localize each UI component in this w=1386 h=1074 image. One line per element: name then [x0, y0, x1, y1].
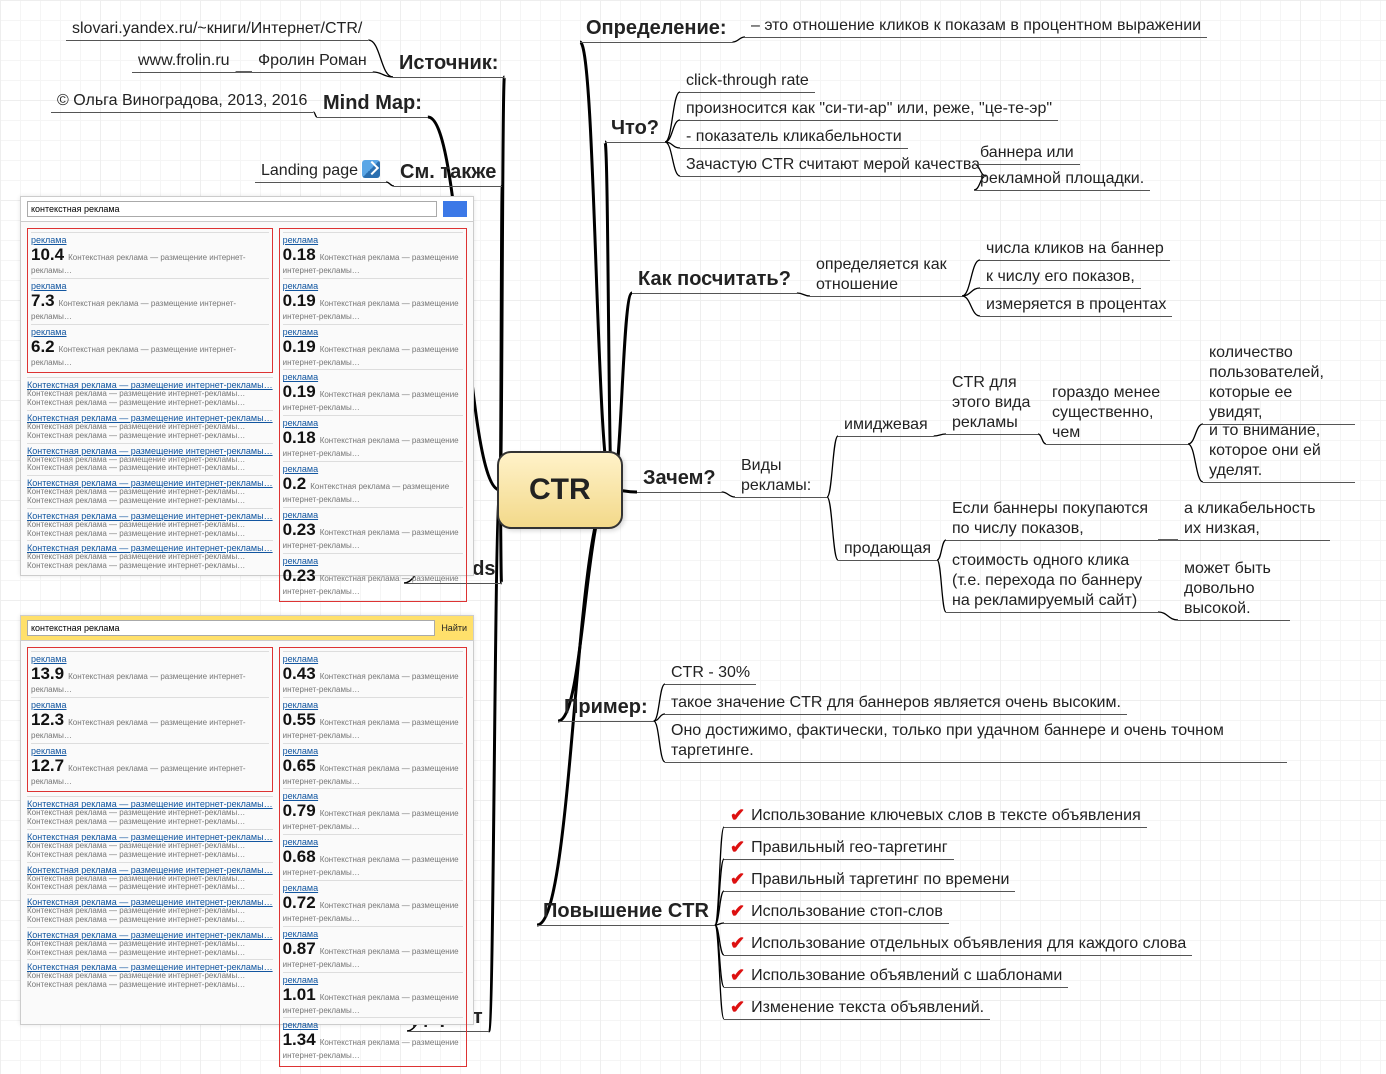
mindmap-root: CTR — [497, 451, 623, 529]
organic-row: Контекстная реклама — размещение интерне… — [27, 959, 273, 992]
branch-why: Зачем? — [637, 463, 722, 493]
how-clicks: числа кликов на баннер — [980, 236, 1170, 261]
mindmap-credit: © Ольга Виноградова, 2013, 2016 — [51, 88, 313, 113]
what-quality-banner: баннера или — [974, 140, 1080, 165]
link-icon — [362, 160, 380, 178]
branch-improve: Повышение CTR — [537, 896, 715, 926]
improve-item: Использование отдельных объявления для к… — [724, 928, 1192, 956]
what-ctr-en: click-through rate — [680, 68, 815, 93]
branch-mindmap: Mind Map: — [317, 88, 428, 118]
organic-row: Контекстная реклама — размещение интерне… — [27, 796, 273, 829]
example-high: такое значение CTR для баннеров является… — [665, 690, 1127, 715]
ad-row: реклама 0.23Контекстная реклама — размещ… — [283, 553, 463, 599]
why-image-users: количество пользователей, которые ее уви… — [1203, 340, 1355, 425]
ad-row: реклама 0.87Контекстная реклама — размещ… — [283, 926, 463, 972]
ad-row: реклама 0.2Контекстная реклама — размеще… — [283, 461, 463, 507]
source-author: Фролин Роман — [252, 48, 373, 73]
ad-row: реклама 1.01Контекстная реклама — размещ… — [283, 972, 463, 1018]
ad-row: реклама 6.2Контекстная реклама — размеще… — [31, 324, 269, 370]
ad-row: реклама 0.18Контекстная реклама — размещ… — [283, 232, 463, 278]
search-button[interactable] — [443, 201, 467, 217]
ad-row: реклама 0.68Контекстная реклама — размещ… — [283, 834, 463, 880]
organic-row: Контекстная реклама — размещение интерне… — [27, 862, 273, 895]
ad-row: реклама 0.79Контекстная реклама — размещ… — [283, 788, 463, 834]
why-selling-cpc: стоимость одного клика (т.е. перехода по… — [946, 548, 1158, 613]
why-image-ctr: CTR для этого вида рекламы — [946, 370, 1038, 435]
source-url[interactable]: slovari.yandex.ru/~книги/Интернет/CTR/ — [66, 16, 368, 41]
what-quality: Зачастую CTR считают мерой качества — [680, 152, 986, 177]
what-quality-placement: рекламной площадки. — [974, 166, 1150, 191]
organic-row: Контекстная реклама — размещение интерне… — [27, 829, 273, 862]
how-impressions: к числу его показов, — [980, 264, 1141, 289]
why-kinds: Виды рекламы: — [735, 453, 827, 498]
ad-row: реклама 7.3Контекстная реклама — размеще… — [31, 278, 269, 324]
ad-row: реклама 0.19Контекстная реклама — размещ… — [283, 324, 463, 370]
ad-row: реклама 13.9Контекстная реклама — размещ… — [31, 651, 269, 697]
organic-row: Контекстная реклама — размещение интерне… — [27, 475, 273, 508]
branch-source: Источник: — [393, 48, 504, 78]
ad-row: реклама 0.23Контекстная реклама — размещ… — [283, 507, 463, 553]
improve-item: Правильный гео-таргетинг — [724, 832, 954, 860]
why-selling-buy: Если баннеры покупаются по числу показов… — [946, 496, 1158, 541]
organic-row: Контекстная реклама — размещение интерне… — [27, 540, 273, 573]
see-also-label: Landing page — [261, 162, 358, 179]
ad-row: реклама 0.72Контекстная реклама — размещ… — [283, 880, 463, 926]
organic-row: Контекстная реклама — размещение интерне… — [27, 377, 273, 410]
organic-row: Контекстная реклама — размещение интерне… — [27, 443, 273, 476]
improve-item: Использование ключевых слов в тексте объ… — [724, 800, 1147, 828]
ad-row: реклама 0.55Контекстная реклама — размещ… — [283, 697, 463, 743]
organic-row: Контекстная реклама — размещение интерне… — [27, 894, 273, 927]
improve-item: Использование объявлений с шаблонами — [724, 960, 1068, 988]
example-achievable: Оно достижимо, фактически, только при уд… — [665, 718, 1287, 763]
branch-definition: Определение: — [580, 13, 733, 43]
see-also-landing[interactable]: Landing page — [255, 157, 386, 183]
branch-see-also: См. также — [394, 157, 502, 187]
why-selling-cpc-high: может быть довольно высокой. — [1178, 556, 1290, 621]
ad-row: реклама 10.4Контекстная реклама — размещ… — [31, 232, 269, 278]
improve-item: Правильный таргетинг по времени — [724, 864, 1015, 892]
ad-row: реклама 12.3Контекстная реклама — размещ… — [31, 697, 269, 743]
ad-row: реклама 0.19Контекстная реклама — размещ… — [283, 369, 463, 415]
branch-what: Что? — [605, 113, 665, 143]
branch-example: Пример: — [558, 692, 654, 722]
ad-row: реклама 0.18Контекстная реклама — размещ… — [283, 415, 463, 461]
why-selling: продающая — [838, 536, 937, 561]
search-input[interactable] — [27, 201, 437, 217]
ad-row: реклама 0.43Контекстная реклама — размещ… — [283, 651, 463, 697]
why-image: имиджевая — [838, 412, 934, 437]
why-image-attention: и то внимание, которое они ей уделят. — [1203, 418, 1355, 483]
ad-row: реклама 12.7Контекстная реклама — размещ… — [31, 743, 269, 789]
branch-how: Как посчитать? — [632, 264, 797, 294]
source-site[interactable]: www.frolin.ru — [132, 48, 236, 73]
adwords-screenshot: реклама 10.4Контекстная реклама — размещ… — [20, 196, 474, 576]
direct-screenshot: Найти реклама 13.9Контекстная реклама — … — [20, 615, 474, 1025]
what-pronounce: произносится как "си-ти-ар" или, реже, "… — [680, 96, 1058, 121]
example-30: CTR - 30% — [665, 660, 756, 685]
improve-item: Изменение текста объявлений. — [724, 992, 990, 1020]
search-input[interactable] — [27, 620, 435, 636]
why-selling-lowctr: а кликабельность их низкая, — [1178, 496, 1330, 541]
improve-item: Использование стоп-слов — [724, 896, 949, 924]
what-click-index: - показатель кликабельности — [680, 124, 908, 149]
organic-row: Контекстная реклама — размещение интерне… — [27, 410, 273, 443]
ad-row: реклама 1.34Контекстная реклама — размещ… — [283, 1017, 463, 1063]
organic-row: Контекстная реклама — размещение интерне… — [27, 508, 273, 541]
definition-text: – это отношение кликов к показам в проце… — [745, 13, 1207, 38]
how-ratio: определяется как отношение — [810, 252, 962, 297]
ad-row: реклама 0.19Контекстная реклама — размещ… — [283, 278, 463, 324]
organic-row: Контекстная реклама — размещение интерне… — [27, 927, 273, 960]
ad-row: реклама 0.65Контекстная реклама — размещ… — [283, 743, 463, 789]
why-image-less: гораздо менее существенно, чем — [1046, 380, 1188, 445]
how-percent: измеряется в процентах — [980, 292, 1172, 317]
